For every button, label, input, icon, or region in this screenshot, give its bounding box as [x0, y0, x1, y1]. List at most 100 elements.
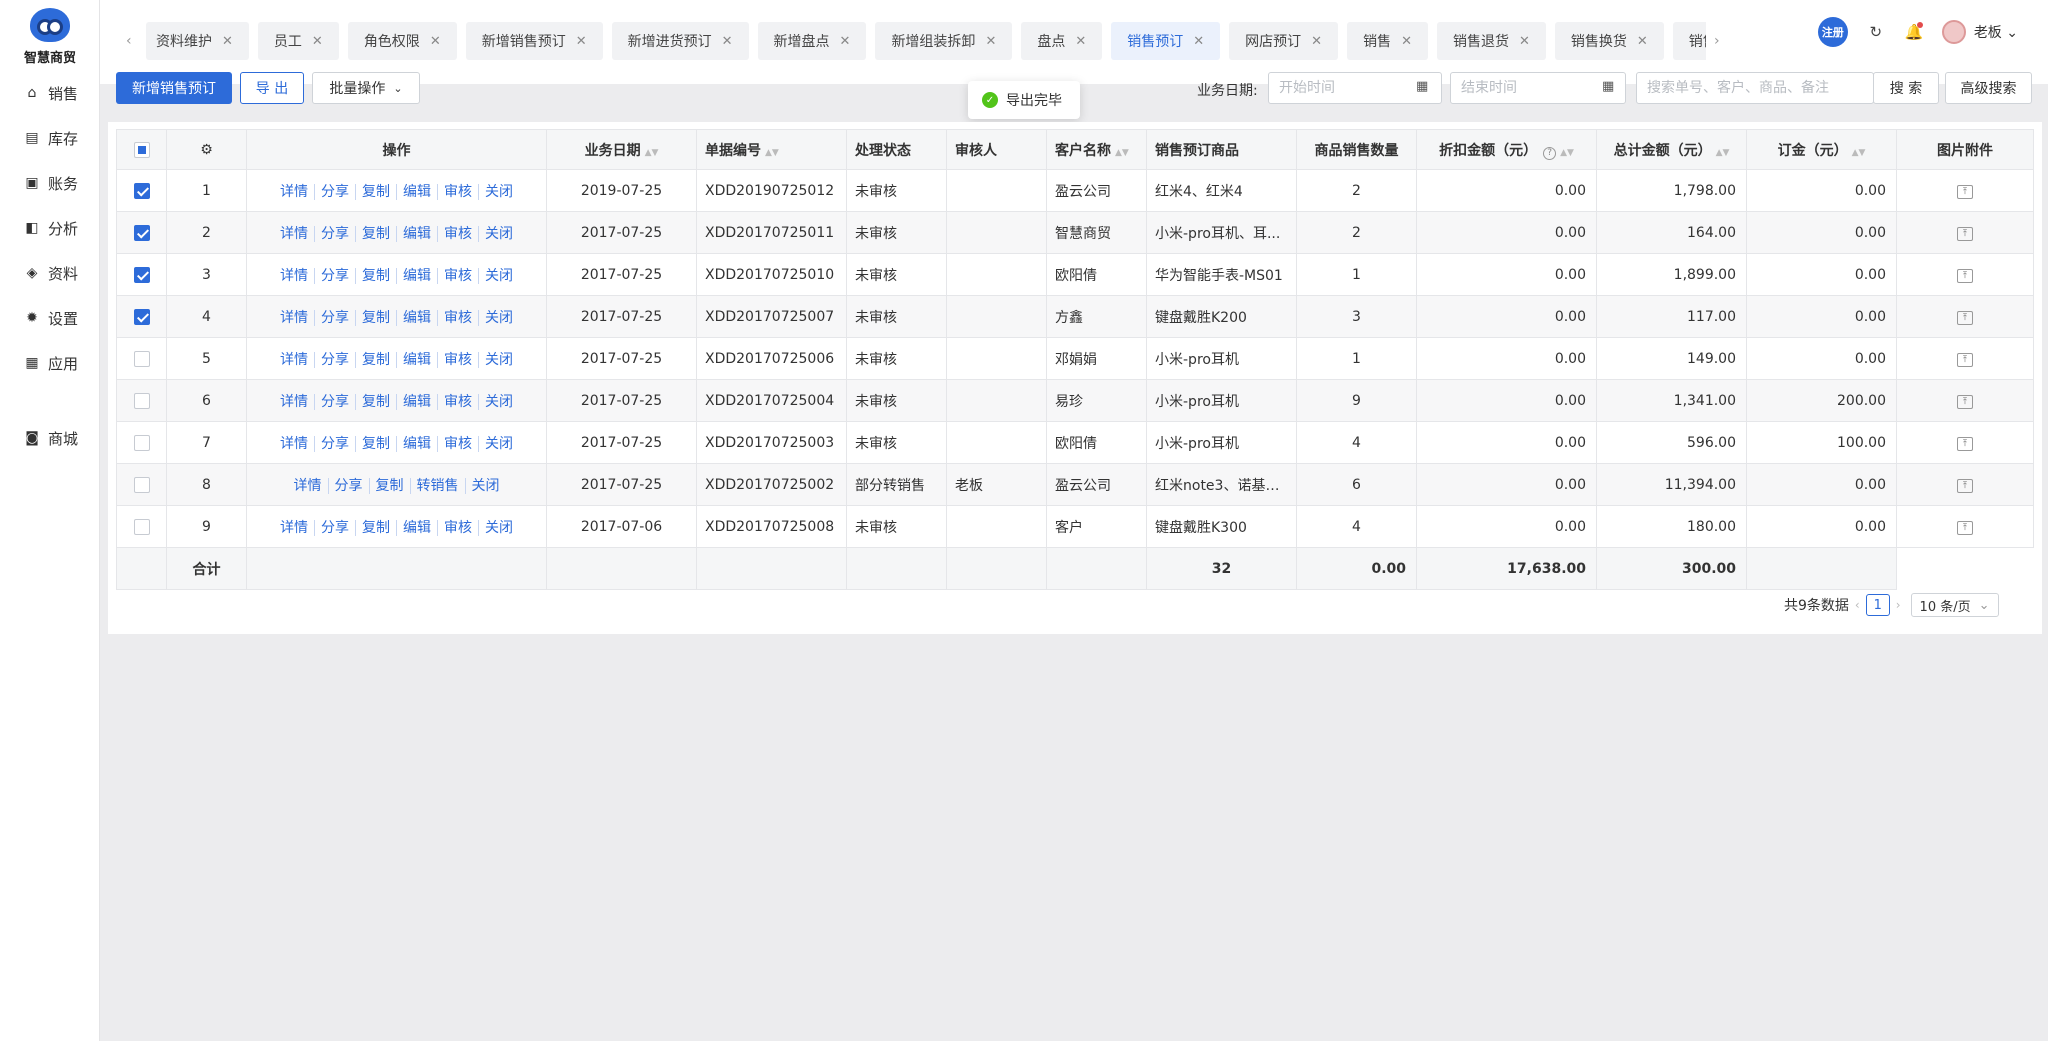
- row-action-link[interactable]: 分享: [315, 183, 356, 200]
- tab-sales[interactable]: 销售 ✕: [1347, 22, 1428, 60]
- next-page-icon[interactable]: ›: [1896, 598, 1901, 612]
- row-select-cell[interactable]: [116, 295, 167, 338]
- col-no[interactable]: 单据编号 ▲▼: [696, 129, 847, 170]
- upload-icon[interactable]: ⤒: [1957, 311, 1973, 325]
- row-action-link[interactable]: 关闭: [479, 436, 519, 452]
- close-icon[interactable]: ✕: [1075, 34, 1086, 49]
- tab-stocktake[interactable]: 盘点 ✕: [1021, 22, 1103, 60]
- sidebar-item-sales[interactable]: ⌂ 销售: [24, 80, 78, 106]
- sort-icon[interactable]: ▲▼: [1560, 148, 1574, 158]
- tab-sales-return[interactable]: 销售退货 ✕: [1436, 22, 1546, 60]
- row-action-link[interactable]: 分享: [328, 477, 370, 494]
- col-date[interactable]: 业务日期 ▲▼: [546, 129, 697, 170]
- row-action-link[interactable]: 复制: [356, 309, 397, 326]
- row-action-link[interactable]: 复制: [356, 225, 397, 242]
- sort-icon[interactable]: ▲▼: [765, 148, 779, 158]
- row-action-link[interactable]: 关闭: [479, 310, 519, 326]
- row-select-cell[interactable]: [116, 169, 167, 212]
- row-action-link[interactable]: 详情: [274, 267, 315, 284]
- sidebar-item-analysis[interactable]: ◧ 分析: [24, 215, 78, 241]
- page-size-select[interactable]: 10 条/页 ⌄: [1910, 593, 1999, 617]
- row-action-link[interactable]: 分享: [315, 519, 356, 536]
- close-icon[interactable]: ✕: [1401, 34, 1412, 49]
- sidebar-item-mall[interactable]: ◙ 商城: [24, 425, 78, 451]
- select-all-checkbox[interactable]: [133, 141, 150, 158]
- select-all-cell[interactable]: [116, 129, 167, 170]
- row-action-link[interactable]: 复制: [356, 519, 397, 536]
- search-button[interactable]: 搜 索: [1873, 72, 1939, 104]
- row-checkbox[interactable]: [133, 266, 150, 283]
- upload-icon[interactable]: ⤒: [1957, 395, 1973, 409]
- close-icon[interactable]: ✕: [840, 34, 851, 49]
- table-row[interactable]: 4 详情 分享 复制 编辑 审核 关闭 2017-07-25 XDD20170725007 未审核…: [116, 295, 2034, 338]
- row-action-link[interactable]: 关闭: [479, 352, 519, 368]
- row-checkbox[interactable]: [133, 476, 150, 493]
- close-icon[interactable]: ✕: [312, 34, 323, 49]
- row-action-link[interactable]: 编辑: [397, 435, 438, 452]
- row-action-link[interactable]: 分享: [315, 225, 356, 242]
- row-action-link[interactable]: 复制: [356, 267, 397, 284]
- export-button[interactable]: 导 出: [240, 72, 304, 104]
- table-row[interactable]: 7 详情 分享 复制 编辑 审核 关闭 2017-07-25 XDD20170725003 未审核…: [116, 421, 2034, 464]
- table-row[interactable]: 8 详情 分享 复制 转销售 关闭 2017-07-25 XDD20170725002 部分转销…: [116, 463, 2034, 506]
- row-action-link[interactable]: 编辑: [397, 183, 438, 200]
- table-row[interactable]: 9 详情 分享 复制 编辑 审核 关闭 2017-07-06 XDD20170725008 未审核…: [116, 505, 2034, 548]
- calendar-icon[interactable]: ▦: [1602, 79, 1614, 94]
- tab-new-assembly[interactable]: 新增组装拆卸 ✕: [875, 22, 1013, 60]
- tab-employees[interactable]: 员工 ✕: [257, 22, 339, 60]
- col-customer[interactable]: 客户名称 ▲▼: [1046, 129, 1147, 170]
- avatar[interactable]: [1941, 20, 1966, 44]
- sidebar-item-settings[interactable]: ✹ 设置: [24, 305, 78, 331]
- row-action-link[interactable]: 分享: [315, 393, 356, 410]
- row-action-link[interactable]: 编辑: [397, 519, 438, 536]
- advanced-search-button[interactable]: 高级搜索: [1945, 72, 2032, 104]
- row-action-link[interactable]: 详情: [274, 519, 315, 536]
- refresh-icon[interactable]: ↻: [1866, 22, 1886, 42]
- row-action-link[interactable]: 审核: [438, 183, 479, 200]
- row-action-link[interactable]: 复制: [369, 477, 411, 494]
- bell-icon[interactable]: 🔔: [1904, 22, 1924, 42]
- row-action-link[interactable]: 审核: [438, 351, 479, 368]
- tab-sales-exchange[interactable]: 销售换货 ✕: [1554, 22, 1664, 60]
- sidebar-item-data[interactable]: ◈ 资料: [24, 260, 78, 286]
- sort-icon[interactable]: ▲▼: [645, 148, 659, 158]
- row-action-link[interactable]: 详情: [287, 477, 329, 494]
- tab-sales-detail[interactable]: 销售详情✕: [1672, 22, 1706, 60]
- row-action-link[interactable]: 审核: [438, 435, 479, 452]
- upload-icon[interactable]: ⤒: [1957, 269, 1973, 283]
- row-select-cell[interactable]: [116, 505, 167, 548]
- sort-icon[interactable]: ▲▼: [1115, 148, 1129, 158]
- batch-actions-button[interactable]: 批量操作 ⌄: [312, 72, 420, 104]
- tab-data-maintenance[interactable]: 资料维护 ✕: [146, 22, 249, 60]
- close-icon[interactable]: ✕: [430, 34, 441, 49]
- logo[interactable]: 智慧商贸: [0, 8, 100, 66]
- row-checkbox[interactable]: [133, 224, 150, 241]
- tab-new-purchase-order[interactable]: 新增进货预订 ✕: [611, 22, 749, 60]
- close-icon[interactable]: ✕: [222, 34, 233, 49]
- table-row[interactable]: 6 详情 分享 复制 编辑 审核 关闭 2017-07-25 XDD20170725004 未审核…: [116, 379, 2034, 422]
- row-action-link[interactable]: 关闭: [479, 268, 519, 284]
- close-icon[interactable]: ✕: [1311, 34, 1322, 49]
- prev-page-icon[interactable]: ‹: [1855, 598, 1860, 612]
- row-action-link[interactable]: 编辑: [397, 267, 438, 284]
- table-row[interactable]: 5 详情 分享 复制 编辑 审核 关闭 2017-07-25 XDD20170725006 未审核…: [116, 337, 2034, 380]
- upload-icon[interactable]: ⤒: [1957, 437, 1973, 451]
- close-icon[interactable]: ✕: [1637, 34, 1648, 49]
- row-action-link[interactable]: 审核: [438, 225, 479, 242]
- sidebar-item-apps[interactable]: ▦ 应用: [24, 350, 78, 376]
- row-action-link[interactable]: 复制: [356, 393, 397, 410]
- col-total[interactable]: 总计金额（元） ▲▼: [1596, 129, 1747, 170]
- row-action-link[interactable]: 详情: [274, 393, 315, 410]
- col-discount[interactable]: 折扣金额（元）? ▲▼: [1416, 129, 1597, 170]
- row-action-link[interactable]: 关闭: [479, 184, 519, 200]
- calendar-icon[interactable]: ▦: [1416, 79, 1428, 94]
- row-checkbox[interactable]: [133, 350, 150, 367]
- row-select-cell[interactable]: [116, 211, 167, 254]
- upload-icon[interactable]: ⤒: [1957, 353, 1973, 367]
- upload-icon[interactable]: ⤒: [1957, 185, 1973, 199]
- row-action-link[interactable]: 复制: [356, 435, 397, 452]
- tab-new-stocktake[interactable]: 新增盘点 ✕: [757, 22, 867, 60]
- table-row[interactable]: 2 详情 分享 复制 编辑 审核 关闭 2017-07-25 XDD20170725011 未审核…: [116, 211, 2034, 254]
- row-checkbox[interactable]: [133, 182, 150, 199]
- tab-roles[interactable]: 角色权限 ✕: [347, 22, 457, 60]
